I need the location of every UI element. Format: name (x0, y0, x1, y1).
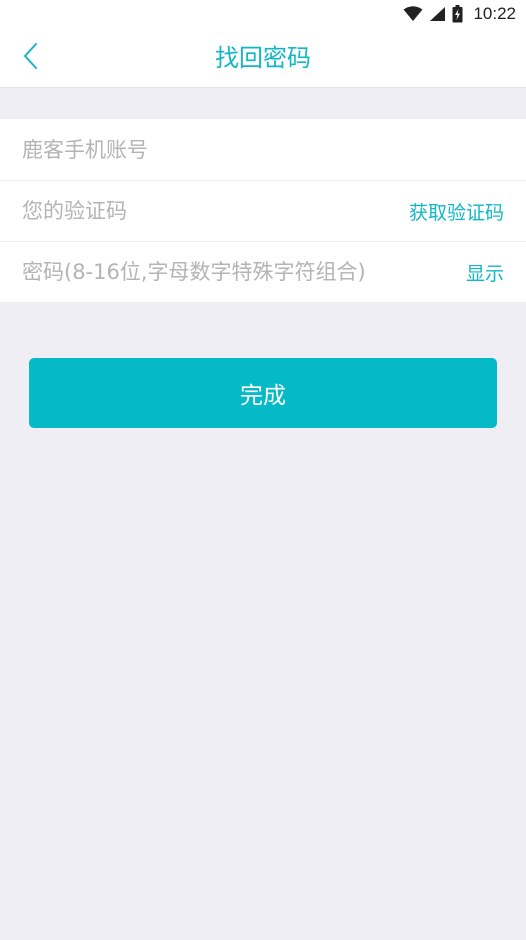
wifi-icon (403, 6, 423, 22)
verification-code-row: 获取验证码 (0, 180, 526, 241)
navigation-bar: 找回密码 (0, 28, 526, 88)
show-password-button[interactable]: 显示 (466, 259, 504, 286)
page-title: 找回密码 (215, 44, 311, 72)
forgot-password-screen: 10:22 找回密码 获取验证码 显示 完成 (0, 0, 526, 940)
cellular-signal-icon (429, 6, 446, 22)
get-verification-code-button[interactable]: 获取验证码 (409, 198, 504, 225)
password-input[interactable] (22, 252, 456, 292)
verification-code-input[interactable] (22, 191, 399, 231)
account-input[interactable] (22, 129, 504, 170)
done-button[interactable]: 完成 (29, 358, 497, 428)
reset-password-form: 获取验证码 显示 (0, 119, 526, 302)
account-row (0, 119, 526, 180)
status-bar: 10:22 (0, 0, 526, 28)
status-time: 10:22 (473, 4, 516, 23)
battery-charging-icon (452, 5, 463, 23)
password-row: 显示 (0, 241, 526, 302)
